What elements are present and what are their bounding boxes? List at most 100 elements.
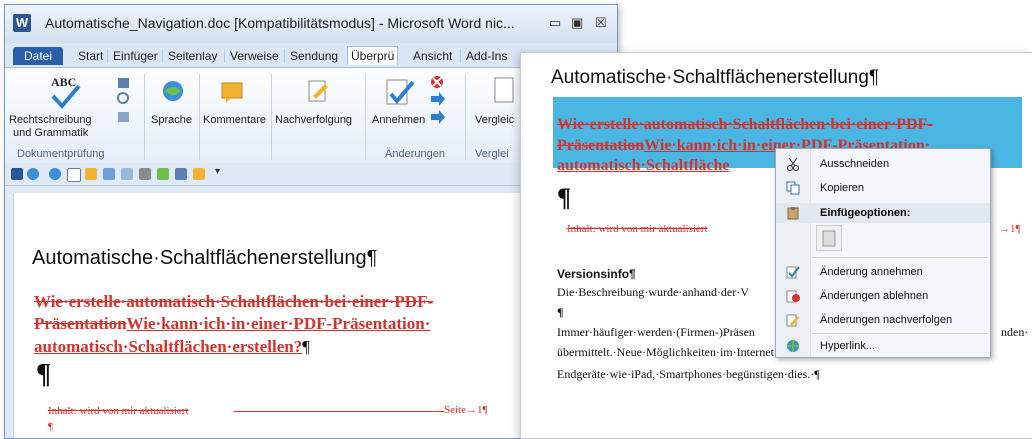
accept-change-icon (786, 265, 800, 279)
spelling-qat-icon[interactable] (157, 168, 169, 180)
group-divider (199, 74, 200, 160)
zoomed-deleted-line1[interactable]: Wie·erstelle·automatisch·Schaltflächen·b… (557, 116, 933, 134)
changed-text-line2: PräsentationWie·kann·ich·in·einer·PDF-Pr… (34, 314, 430, 334)
customize-qat-chevron-icon[interactable]: ▾ (215, 166, 220, 177)
body-line-1-end: nden· (1001, 325, 1029, 339)
redo-icon[interactable] (49, 168, 61, 180)
tab-addins[interactable]: Add-Ins (463, 47, 510, 65)
menu-item-accept-change[interactable]: Änderung annehmen (776, 261, 990, 283)
tab-datei[interactable]: Datei (13, 47, 63, 65)
paragraph-mark: ¶ (557, 305, 564, 319)
menu-paste-options-header: Einfügeoptionen: (776, 203, 990, 223)
tab-divider (224, 49, 225, 63)
tab-divider (284, 49, 285, 63)
paste-icon (786, 206, 800, 220)
paste-options-label: Einfügeoptionen: (820, 207, 911, 219)
scissors-icon (786, 157, 800, 171)
tab-ansicht[interactable]: Ansicht (410, 47, 455, 65)
toc-page-number: Seite→1¶ (444, 404, 488, 416)
maximize-icon[interactable]: ▣ (571, 15, 583, 31)
body-line-1: Immer·häufiger·werden·(Firmen-)Präsen (557, 325, 755, 339)
paste-keep-formatting-button[interactable] (816, 225, 842, 251)
new-document-icon[interactable] (67, 168, 81, 182)
window-title: Automatische_Navigation.doc [Kompatibili… (45, 15, 515, 31)
tab-einfuegen[interactable]: Einfüger (110, 47, 161, 65)
compare-group-label: Verglei (475, 148, 509, 160)
menu-separator (812, 333, 988, 334)
zoomed-toc-page: →1¶ (999, 223, 1021, 235)
save-icon[interactable] (11, 168, 23, 180)
toc-entry[interactable]: Inhalt: wird von mir aktualisiert (48, 405, 189, 417)
group-divider (365, 74, 366, 160)
reject-changes-icon (786, 289, 800, 303)
grammar-button-label[interactable]: und Grammatik (13, 127, 88, 139)
inserted-text-line3: automatisch·Schaltflächen·erstellen?¶ (34, 337, 310, 357)
menu-item-copy[interactable]: Kopieren (776, 177, 990, 199)
empty-paragraph-mark: ¶ (36, 359, 52, 390)
language-icon[interactable] (160, 78, 186, 109)
deleted-text-fragment: Präsentation (557, 137, 645, 154)
copy-icon (786, 181, 800, 195)
reject-changes-label: Änderungen ablehnen (820, 290, 929, 302)
print-icon[interactable] (175, 168, 187, 180)
tab-start[interactable]: Start (75, 47, 106, 65)
track-changes-icon[interactable] (305, 78, 331, 109)
spellcheck-icon[interactable]: ABC (49, 74, 83, 115)
research-icon[interactable] (117, 76, 131, 131)
versions-heading: Versionsinfo¶ (557, 267, 636, 281)
accept-button-label[interactable]: Annehmen (372, 114, 425, 126)
zoomed-inserted-line3[interactable]: automatisch·Schaltfläche (557, 157, 729, 175)
svg-text:ABC: ABC (51, 75, 76, 89)
inserted-text-fragment: Wie·kann·ich·in·einer·PDF-Präsentation· (126, 314, 431, 333)
tab-divider (107, 49, 108, 63)
track-changes-menu-icon (786, 313, 800, 327)
menu-item-track-changes[interactable]: Änderungen nachverfolgen (776, 309, 990, 331)
proofing-group-label: Dokumentprüfung (17, 148, 105, 160)
changes-group-label: Änderungen (385, 148, 445, 160)
menu-item-cut-label: Ausschneiden (820, 158, 890, 170)
zoomed-toc-entry[interactable]: Inhalt: wird von mir aktualisiert (567, 223, 708, 235)
accept-change-label: Änderung annehmen (820, 266, 923, 278)
zoomed-heading: Automatische·Schaltflächenerstellung¶ (551, 67, 880, 88)
group-divider (271, 74, 272, 160)
versions-text: Die·Beschreibung·wurde·anhand·der·V (557, 285, 749, 299)
body-line-3: Endgeräte·wie·iPad,·Smartphones·begünsti… (557, 367, 820, 381)
menu-item-reject-changes[interactable]: Änderungen ablehnen (776, 285, 990, 307)
edit-icon[interactable] (139, 168, 151, 180)
zoom-icon[interactable] (121, 168, 133, 180)
language-button-label[interactable]: Sprache (151, 114, 192, 126)
toc-leader (234, 411, 444, 412)
deleted-text-fragment: Präsentation (34, 314, 127, 333)
menu-separator (812, 257, 988, 258)
tracking-button-label[interactable]: Nachverfolgung (275, 114, 352, 126)
group-divider (465, 74, 466, 160)
compare-icon[interactable] (493, 76, 517, 111)
compare-button-label[interactable]: Vergleic (475, 114, 514, 126)
tab-verweise[interactable]: Verweise (227, 47, 282, 65)
tab-seitenlayout[interactable]: Seitenlay (165, 47, 220, 65)
tab-divider (162, 49, 163, 63)
hyperlink-icon (786, 339, 800, 353)
spelling-button-label[interactable]: Rechtschreibung (9, 114, 92, 126)
paragraph-mark: ¶ (302, 337, 310, 356)
comment-icon[interactable] (219, 78, 245, 109)
undo-icon[interactable] (27, 168, 39, 180)
tab-sendungen[interactable]: Sendung (287, 47, 341, 65)
minimize-icon[interactable]: ▭ (549, 15, 561, 31)
menu-item-cut[interactable]: Ausschneiden (776, 153, 990, 175)
accept-icon[interactable] (383, 76, 417, 115)
tab-divider (460, 49, 461, 63)
word-app-icon[interactable]: W (13, 14, 31, 32)
title-bar: W Automatische_Navigation.doc [Kompatibi… (5, 5, 617, 43)
reject-icon[interactable] (429, 74, 447, 131)
print-preview-icon[interactable] (103, 168, 115, 180)
menu-item-hyperlink[interactable]: Hyperlink... (776, 335, 990, 357)
hyperlink-label: Hyperlink... (820, 340, 876, 352)
close-icon[interactable]: ☒ (595, 15, 607, 31)
tab-ueberpruefen[interactable]: Überprü (347, 46, 399, 65)
open-icon[interactable] (85, 168, 97, 180)
paste-clipboard-icon (822, 230, 836, 247)
camera-icon[interactable] (193, 168, 205, 180)
track-changes-label: Änderungen nachverfolgen (820, 314, 953, 326)
comments-button-label[interactable]: Kommentare (203, 114, 266, 126)
